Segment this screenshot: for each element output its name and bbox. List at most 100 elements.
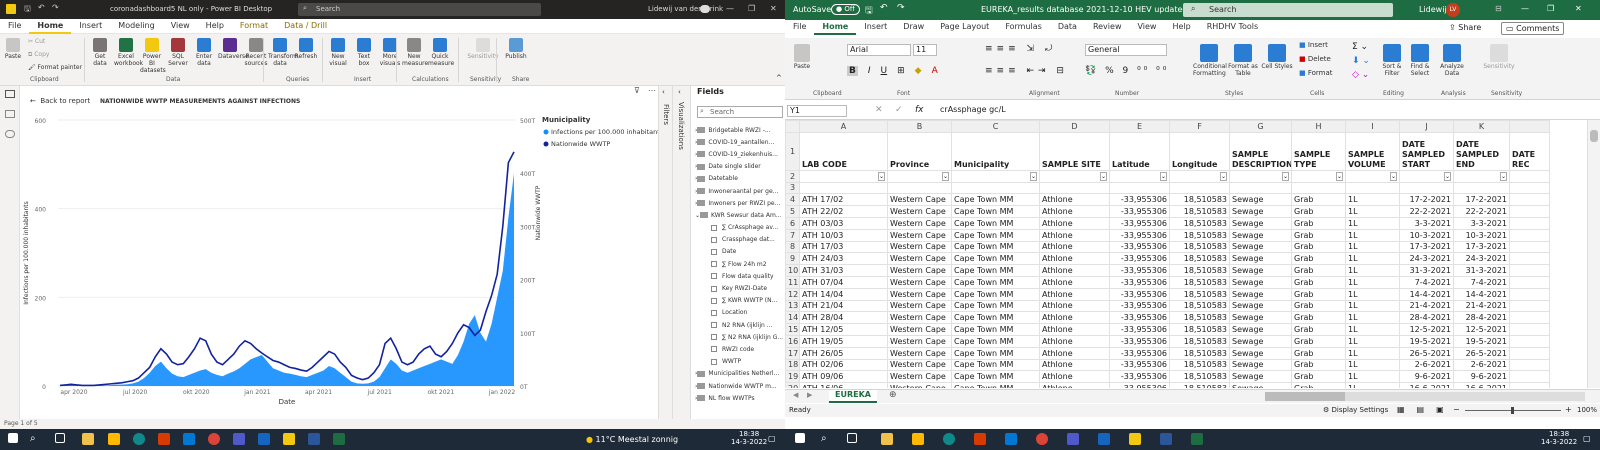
sticky-notes-icon[interactable] [108,433,120,445]
menu-tab-view[interactable]: View [163,19,198,32]
empty-cell[interactable] [887,181,952,195]
data-cell[interactable]: 1L [1345,358,1400,372]
data-cell[interactable]: Western Cape [887,275,952,289]
data-cell[interactable]: Grab [1291,358,1346,372]
field-item[interactable]: ∑ KWR WWTP (N... [695,295,799,307]
data-cell[interactable]: ATH 26/05 [799,346,888,360]
data-cell[interactable]: Athlone [1039,358,1110,372]
data-cell[interactable]: 7-4-2021 [1453,275,1510,289]
filter-dropdown-icon[interactable]: ⌄ [1281,171,1289,181]
undo-icon[interactable]: ↶ [38,3,45,12]
data-cell[interactable]: 1L [1345,240,1400,254]
toggle-icon[interactable] [700,5,710,13]
field-table-item[interactable]: › Nationwide WWTP m... [695,380,799,392]
fields-search-input[interactable]: ⌕ Search [697,106,783,118]
data-cell[interactable]: ATH 09/06 [799,370,888,384]
close-icon[interactable]: ✕ [1575,4,1582,13]
field-table-item[interactable]: › Municipalities Netherl... [695,368,799,380]
column-header[interactable]: G [1229,120,1292,133]
add-sheet-icon[interactable]: ⊕ [889,390,897,400]
field-table-item[interactable]: › Datetable [695,173,799,185]
data-cell[interactable]: Sewage [1229,252,1292,266]
data-cell[interactable]: Western Cape [887,240,952,254]
data-cell[interactable]: -33,955306 [1109,275,1170,289]
data-cell[interactable]: Grab [1291,382,1346,388]
data-cell[interactable]: Grab [1291,346,1346,360]
data-cell[interactable]: Grab [1291,299,1346,313]
data-view-icon[interactable] [5,110,15,118]
data-cell[interactable]: 18,510583 [1169,382,1230,388]
data-cell[interactable] [1509,240,1550,254]
data-cell[interactable]: 17-2-2021 [1453,193,1510,207]
excel-icon[interactable] [1191,433,1203,445]
filter-dropdown-icon[interactable]: ⌄ [941,171,949,181]
field-item[interactable]: N2 RNA (ijklijn ... [695,319,799,331]
filter-cell[interactable]: ⌄ [1291,169,1346,183]
ribbon-sql-server-button[interactable]: SQL Server [166,36,190,67]
row-header[interactable]: 1 [785,131,800,171]
filter-cell[interactable] [1509,169,1550,183]
data-cell[interactable]: Grab [1291,334,1346,348]
zoom-in-icon[interactable]: + [1565,405,1572,414]
zoom-out-icon[interactable]: − [1453,405,1460,414]
menu-tab-file[interactable]: File [0,19,29,32]
data-cell[interactable]: 17-2-2021 [1399,193,1454,207]
data-cell[interactable]: Grab [1291,240,1346,254]
clear-icon[interactable]: ◇ ⌄ [1352,70,1369,80]
filter-cell[interactable]: ⌄ [887,169,952,183]
data-cell[interactable]: Sewage [1229,193,1292,207]
search-icon[interactable]: ⌕ [30,433,42,445]
field-table-item[interactable]: › COVID-19_ziekenhuis... [695,148,799,160]
data-cell[interactable]: Athlone [1039,346,1110,360]
minimize-icon[interactable]: — [726,4,734,13]
data-cell[interactable]: 28-4-2021 [1399,311,1454,325]
data-cell[interactable]: 19-5-2021 [1453,334,1510,348]
data-cell[interactable]: 9-6-2021 [1453,370,1510,384]
data-cell[interactable]: 1L [1345,311,1400,325]
data-cell[interactable]: Athlone [1039,264,1110,277]
data-cell[interactable]: Athlone [1039,240,1110,254]
save-icon[interactable]: 🖫 [24,3,31,17]
data-cell[interactable]: 1L [1345,193,1400,207]
data-cell[interactable] [1509,382,1550,388]
data-cell[interactable]: 1L [1345,370,1400,384]
data-cell[interactable]: Western Cape [887,323,952,336]
data-cell[interactable]: ATH 31/03 [799,264,888,277]
excel-icon[interactable] [333,433,345,445]
ribbon-dataverse-button[interactable]: Dataverse [218,36,249,60]
data-cell[interactable]: 22-2-2021 [1453,205,1510,218]
ribbon-recent-sources-button[interactable]: Recent sources [244,36,268,67]
worksheet-table[interactable]: A B C D E F G H I J K 1 LAB CODE Province Municipality… [785,120,1550,388]
row-header[interactable]: 10 [785,264,800,277]
row-header[interactable]: 2 [785,169,800,183]
data-cell[interactable]: 1L [1345,275,1400,289]
row-header[interactable]: 6 [785,216,800,230]
checkbox-icon[interactable] [711,273,717,280]
pbi-user-name[interactable]: Lidewij van den Brink [648,5,723,13]
filter-icon[interactable]: ⊽ [634,86,640,95]
data-cell[interactable] [1509,323,1550,336]
row-header[interactable]: 9 [785,252,800,266]
empty-cell[interactable] [1229,181,1292,195]
enter-icon[interactable]: ✓ [895,105,903,115]
data-cell[interactable] [1509,216,1550,230]
data-cell[interactable]: 18,510583 [1169,205,1230,218]
line-area-chart[interactable]: 0 200 400 600 0T 100T 200T 300T 400T 500T apr 2020… [20,108,658,419]
data-cell[interactable]: Western Cape [887,358,952,372]
data-cell[interactable]: Athlone [1039,275,1110,289]
data-cell[interactable]: 1L [1345,346,1400,360]
data-cell[interactable] [1509,311,1550,325]
data-cell[interactable]: 22-2-2021 [1399,205,1454,218]
data-cell[interactable] [1509,264,1550,277]
scroll-thumb[interactable] [1265,392,1345,401]
data-cell[interactable]: Grab [1291,370,1346,384]
notification-icon[interactable]: ▢ [1583,434,1591,443]
row-header[interactable]: 7 [785,228,800,242]
underline-icon[interactable]: U [881,66,888,76]
data-cell[interactable]: Cape Town MM [951,370,1040,384]
data-cell[interactable]: 10-3-2021 [1453,228,1510,242]
data-cell[interactable]: Western Cape [887,228,952,242]
data-cell[interactable]: 18,510583 [1169,216,1230,230]
header-cell[interactable]: Longitude [1169,131,1230,171]
data-cell[interactable]: 21-4-2021 [1453,299,1510,313]
